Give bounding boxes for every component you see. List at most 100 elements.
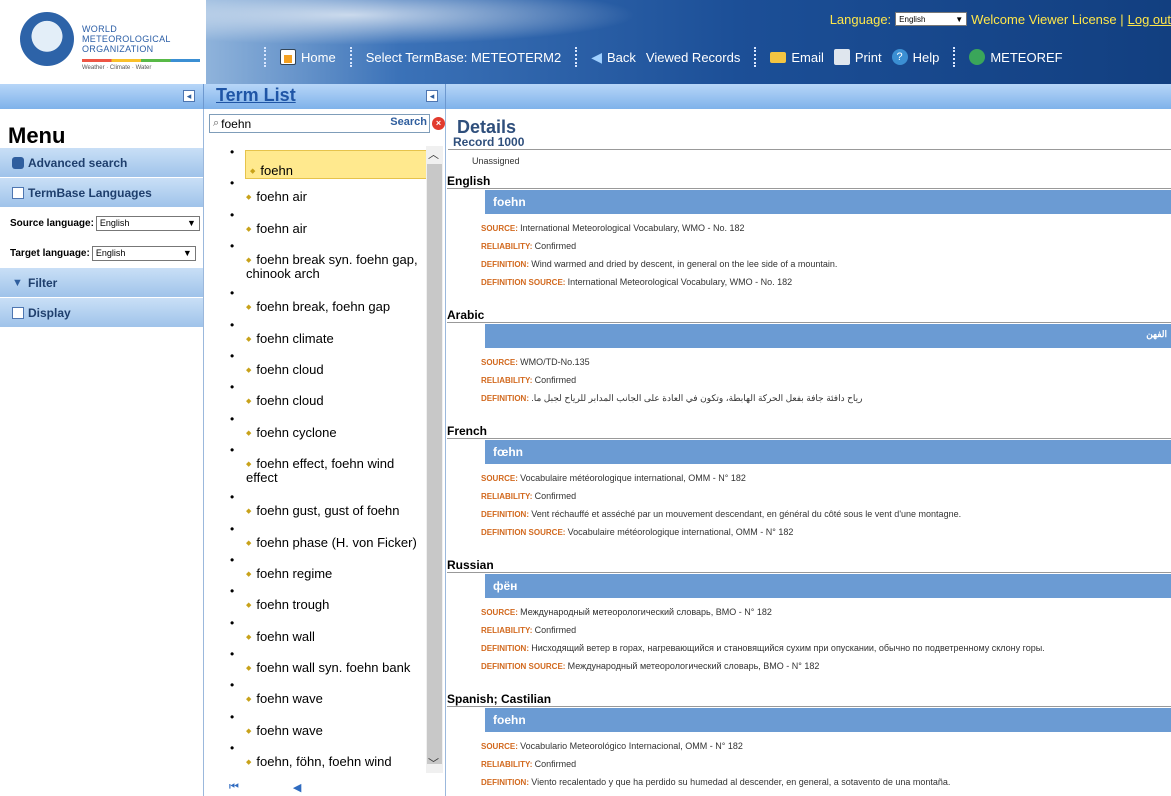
first-page-icon[interactable]: ⏮ [229,781,239,794]
term-item-label: foehn effect, foehn wind effect [246,457,426,484]
definition-source-value: International Meteorological Vocabulary,… [567,277,793,287]
definition-key: DEFINITION [481,394,531,403]
help-icon: ? [891,49,908,65]
term-list: •foehn •foehn air •foehn air •foehn brea… [204,146,426,773]
advanced-search-link[interactable]: Advanced search [0,148,203,178]
term-item[interactable]: •foehn trough [204,584,426,616]
term-item-label: foehn, föhn, foehn wind [246,755,426,769]
envelope-icon [770,51,787,63]
term-item[interactable]: •foehn effect, foehn wind effect [204,443,426,491]
toolbar-separator [349,47,352,67]
term-item[interactable]: •foehn break syn. foehn gap, chinook arc… [204,239,426,287]
reliability-value: Confirmed [534,491,577,501]
chevron-down-icon: ▼ [186,218,196,228]
definition-field: DEFINITIONViento recalentado y que ha pe… [481,777,950,787]
collapse-menu-icon[interactable]: ◂ [183,90,195,102]
definition-value: Нисходящий ветер в горах, нагревающийся … [531,643,1045,653]
definition-key: DEFINITION [481,260,531,269]
term-item-label: foehn wall syn. foehn bank [246,661,426,675]
term-item[interactable]: •foehn [204,146,426,179]
details-header-bar [446,84,1171,109]
search-input[interactable] [221,116,382,131]
print-button[interactable]: Print [833,45,892,69]
reliability-value: Confirmed [534,241,577,251]
target-language-row: Target language: English ▼ [0,238,203,268]
display-label: Display [28,305,71,320]
wmo-logo[interactable]: WORLD METEOROLOGICAL ORGANIZATION Weathe… [0,0,206,84]
reliability-value: Confirmed [534,375,577,385]
term-item[interactable]: •foehn wall [204,616,426,648]
email-button[interactable]: Email [760,45,834,69]
welcome-text: Welcome Viewer License | [971,11,1124,27]
record-number: Record 1000 [453,135,525,149]
help-label: Help [912,49,940,65]
term-list-scrollbar[interactable]: ︿ ﹀ [426,146,443,773]
source-field: SOURCEVocabulario Meteorológico Internac… [481,741,743,751]
term-item[interactable]: •foehn phase (H. von Ficker) [204,522,426,554]
term-item[interactable]: •foehn break, foehn gap [204,286,426,318]
target-language-select[interactable]: English ▼ [91,245,196,261]
term-item[interactable]: •foehn cyclone [204,412,426,444]
collapse-term-list-icon[interactable]: ◂ [426,90,438,102]
meteoref-button[interactable]: METEOREF [959,45,1072,69]
divider [447,572,1171,573]
help-button[interactable]: ? Help [891,45,950,69]
term-item[interactable]: •foehn wall syn. foehn bank [204,647,426,679]
source-value: International Meteorological Vocabulary,… [520,223,745,233]
home-button[interactable]: Home [270,45,346,69]
menu-panel: Menu Advanced search TermBase Languages … [0,109,204,796]
term-item[interactable]: •foehn cloud [204,380,426,412]
previous-page-icon[interactable]: ◀ [293,781,301,794]
term-item-label: foehn cloud [246,363,426,377]
term-item[interactable]: •foehn air [204,208,426,240]
term-item[interactable]: •foehn gust, gust of foehn [204,490,426,522]
clear-search-icon[interactable]: × [432,117,445,130]
select-termbase-label: Select TermBase: METEOTERM2 [365,49,562,65]
source-language-value: English [99,218,130,228]
term-item[interactable]: •foehn regime [204,553,426,585]
term-item[interactable]: •foehn wave [204,678,426,710]
back-button[interactable]: ◀ Back [581,45,646,69]
term-item[interactable]: •foehn air [204,176,426,208]
scroll-down-icon[interactable]: ﹀ [428,755,439,771]
term-item[interactable]: •foehn, föhn, foehn wind [204,741,426,773]
toolbar-separator [575,47,578,67]
search-icon: ⌕ [213,117,220,129]
entry-term: الفهن [485,324,1171,348]
viewed-records-button[interactable]: Viewed Records [646,45,750,69]
search-button[interactable]: Search [390,116,427,128]
language-select[interactable]: English ▼ [895,12,968,26]
reliability-field: RELIABILITYConfirmed [481,241,576,251]
reliability-key: RELIABILITY [481,626,535,635]
term-item-label: foehn regime [246,567,426,581]
term-item-label: foehn cloud [246,394,426,408]
termbase-languages-section[interactable]: TermBase Languages [0,178,203,208]
meteoref-label: METEOREF [990,49,1063,65]
term-list-header-bar: Term List ◂ [204,84,446,109]
expand-section-icon [12,306,24,319]
language-name: Arabic [447,308,485,322]
filter-section[interactable]: ▼ Filter [0,268,203,298]
advanced-search-label: Advanced search [28,155,128,170]
source-language-row: Source language: English ▼ [0,208,203,238]
language-row: Language: English ▼ Welcome Viewer Licen… [830,10,1171,28]
reliability-value: Confirmed [534,625,577,635]
scroll-thumb[interactable] [427,164,442,764]
target-language-value: English [95,248,126,258]
term-item-label: foehn gust, gust of foehn [246,504,426,518]
language-label: Language: [829,11,892,27]
term-list-pager: ⏮ ◀ [229,781,301,794]
logout-link[interactable]: Log out [1128,12,1171,27]
term-item[interactable]: •foehn climate [204,318,426,350]
org-tagline: Weather · Climate · Water [82,65,152,71]
definition-value: Viento recalentado y que ha perdido su h… [531,777,951,787]
org-line-1: WORLD [82,24,117,34]
scroll-up-icon[interactable]: ︿ [428,146,439,162]
display-section[interactable]: Display [0,298,203,328]
source-value: Vocabulaire météorologique international… [520,473,746,483]
source-language-select[interactable]: English ▼ [95,215,200,231]
select-termbase-button[interactable]: Select TermBase: METEOTERM2 [356,45,572,69]
term-item[interactable]: •foehn cloud [204,349,426,381]
term-item[interactable]: •foehn wave [204,710,426,742]
definition-source-key: DEFINITION SOURCE [481,528,568,537]
